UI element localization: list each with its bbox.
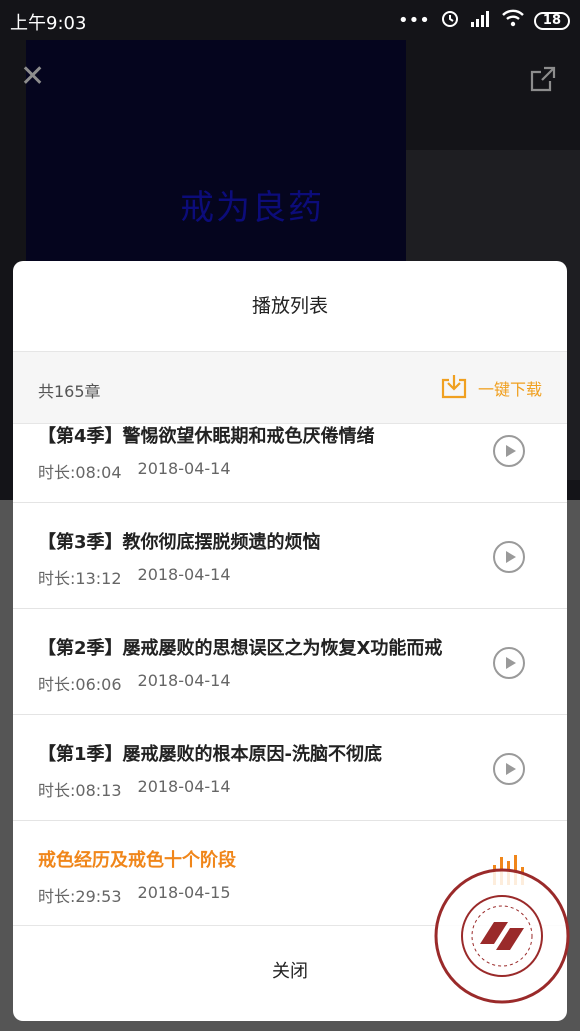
cell-signal-icon — [470, 9, 492, 32]
player-close-icon[interactable]: ✕ — [20, 62, 45, 92]
episode-duration: 时长:06:06 — [38, 675, 122, 694]
download-icon — [440, 372, 468, 404]
episode-row[interactable]: 【第4季】警惕欲望休眠期和戒色厌倦情绪 时长:08:04 2018-04-14 — [13, 424, 567, 503]
episode-meta: 时长:06:06 2018-04-14 — [38, 671, 231, 695]
status-time: 上午9:03 — [10, 13, 87, 34]
episode-duration: 时长:08:04 — [38, 463, 122, 482]
episode-meta: 时长:08:04 2018-04-14 — [38, 459, 231, 483]
episode-title: 戒色经历及戒色十个阶段 — [38, 850, 236, 871]
wifi-icon — [502, 9, 524, 32]
episode-date: 2018-04-14 — [137, 671, 231, 690]
count-bar: 共165章 一键下载 — [13, 352, 567, 424]
episode-title: 【第1季】屡戒屡败的根本原因-洗脑不彻底 — [38, 744, 382, 765]
play-icon[interactable] — [493, 753, 525, 785]
episode-list[interactable]: 【第4季】警惕欲望休眠期和戒色厌倦情绪 时长:08:04 2018-04-14 … — [13, 424, 567, 925]
sheet-title: 播放列表 — [13, 261, 567, 352]
episode-duration: 时长:08:13 — [38, 781, 122, 800]
episode-title: 【第4季】警惕欲望休眠期和戒色厌倦情绪 — [38, 426, 375, 447]
episode-meta: 时长:13:12 2018-04-14 — [38, 565, 231, 589]
episode-row[interactable]: 【第1季】屡戒屡败的根本原因-洗脑不彻底 时长:08:13 2018-04-14 — [13, 715, 567, 821]
episode-date: 2018-04-14 — [137, 565, 231, 584]
status-bar: 上午9:03 ••• 18 — [0, 0, 580, 40]
play-icon[interactable] — [493, 647, 525, 679]
download-all-button[interactable]: 一键下载 — [440, 368, 542, 408]
signal-dots-icon: ••• — [398, 10, 430, 31]
download-label: 一键下载 — [477, 380, 542, 399]
play-icon[interactable] — [493, 435, 525, 467]
watermark-seal — [432, 866, 572, 1006]
chapter-count: 共165章 — [38, 382, 101, 401]
episode-meta: 时长:29:53 2018-04-15 — [38, 883, 231, 907]
battery-icon: 18 — [533, 11, 570, 30]
status-icons: ••• 18 — [398, 8, 570, 33]
alarm-icon — [440, 8, 460, 33]
episode-date: 2018-04-15 — [137, 883, 231, 902]
episode-row[interactable]: 【第2季】屡戒屡败的思想误区之为恢复X功能而戒 时长:06:06 2018-04… — [13, 609, 567, 715]
episode-date: 2018-04-14 — [137, 459, 231, 478]
episode-duration: 时长:29:53 — [38, 887, 122, 906]
episode-title: 【第3季】教你彻底摆脱频遗的烦恼 — [38, 532, 321, 553]
share-icon[interactable] — [530, 66, 556, 96]
episode-list-content: 【第4季】警惕欲望休眠期和戒色厌倦情绪 时长:08:04 2018-04-14 … — [13, 424, 567, 925]
play-icon[interactable] — [493, 541, 525, 573]
episode-date: 2018-04-14 — [137, 777, 231, 796]
episode-meta: 时长:08:13 2018-04-14 — [38, 777, 231, 801]
episode-title: 【第2季】屡戒屡败的思想误区之为恢复X功能而戒 — [38, 638, 443, 659]
episode-duration: 时长:13:12 — [38, 569, 122, 588]
episode-row[interactable]: 【第3季】教你彻底摆脱频遗的烦恼 时长:13:12 2018-04-14 — [13, 503, 567, 609]
cover-title: 戒为良药 — [180, 188, 324, 228]
